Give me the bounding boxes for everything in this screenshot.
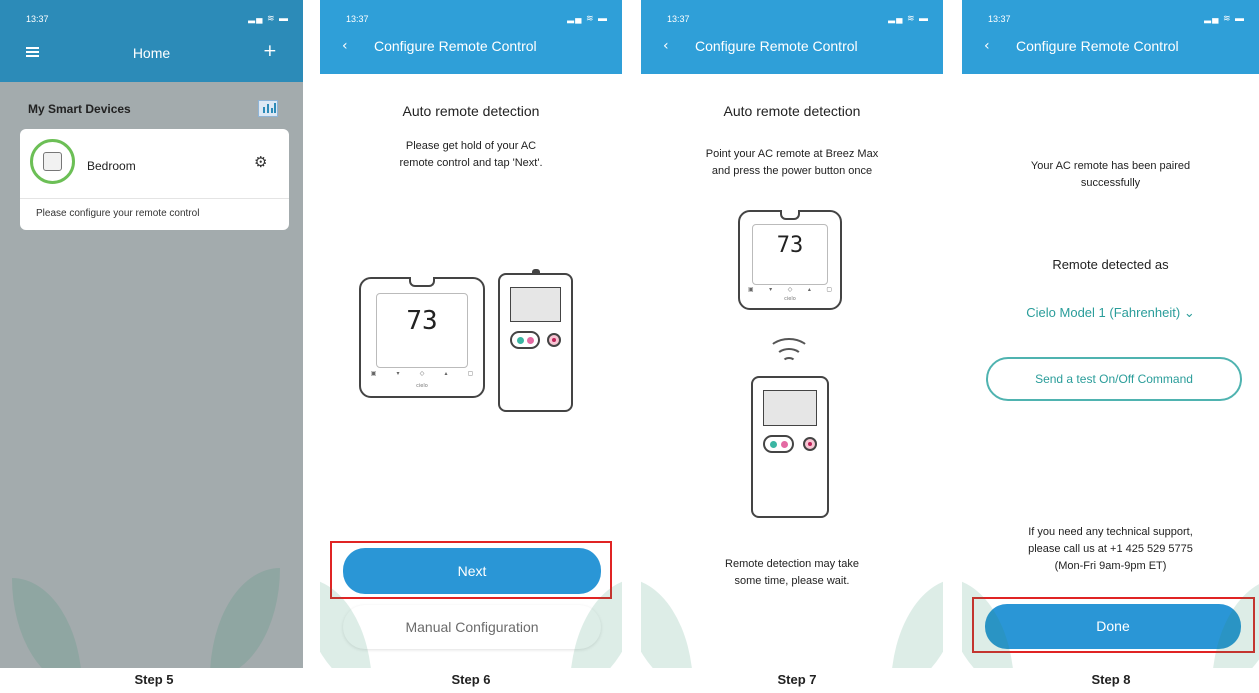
thermostat-illustration: 73 ▣ ▾ ◇ ▴ ▢ cielo <box>738 210 842 310</box>
step-label: Step 7 <box>777 672 817 687</box>
app-header: 13:37 ▂▄ ≋ ▬ Home + <box>0 0 303 82</box>
phone-screen-step7: 13:37 ▂▄ ≋ ▬ ‹ Configure Remote Control … <box>641 0 943 668</box>
send-test-command-button[interactable]: Send a test On/Off Command <box>986 357 1242 401</box>
divider <box>20 198 289 199</box>
manual-configuration-button[interactable]: Manual Configuration <box>343 605 601 649</box>
device-card[interactable]: Bedroom ⚙ Please configure your remote c… <box>20 129 289 230</box>
paired-message: Your AC remote has been paired <box>1030 160 1191 172</box>
step-label: Step 5 <box>134 672 174 687</box>
wait-message: some time, please wait. <box>734 575 850 587</box>
chevron-down-icon: ⌄ <box>1183 305 1195 320</box>
thermostat-reading: 73 <box>776 232 804 258</box>
leaf-decoration <box>210 568 280 668</box>
back-arrow-icon[interactable]: ‹ <box>663 38 669 54</box>
status-time: 13:37 <box>667 14 690 24</box>
model-select[interactable]: Cielo Model 1 (Fahrenheit) ⌄ <box>962 305 1259 321</box>
paired-message: successfully <box>1080 177 1141 189</box>
page-title: Home <box>132 45 171 61</box>
status-time: 13:37 <box>988 14 1011 24</box>
phone-screen-step8: 13:37 ▂▄ ≋ ▬ ‹ Configure Remote Control … <box>962 0 1259 668</box>
step-label: Step 6 <box>451 672 491 687</box>
device-name: Bedroom <box>87 159 136 173</box>
leaf-decoration <box>891 578 943 668</box>
device-avatar <box>30 139 75 184</box>
status-time: 13:37 <box>346 14 369 24</box>
detected-label: Remote detected as <box>1052 257 1169 272</box>
phone-screen-home: 13:37 ▂▄ ≋ ▬ Home + My Smart Devices Bed… <box>0 0 303 668</box>
status-icons: ▂▄ ≋ ▬ <box>567 13 608 23</box>
instruction-line: and press the power button once <box>711 165 873 177</box>
ac-unit-icon <box>43 152 62 171</box>
instruction-line: Point your AC remote at Breez Max <box>705 148 879 160</box>
app-header: 13:37 ▂▄ ≋ ▬ ‹ Configure Remote Control <box>320 0 622 74</box>
chart-icon[interactable] <box>258 100 278 117</box>
page-title: Configure Remote Control <box>1016 38 1179 54</box>
app-header: 13:37 ▂▄ ≋ ▬ ‹ Configure Remote Control <box>962 0 1259 74</box>
leaf-decoration <box>641 578 693 668</box>
page-title: Configure Remote Control <box>374 38 537 54</box>
instruction-line: remote control and tap 'Next'. <box>399 157 543 169</box>
section-heading: Auto remote detection <box>402 103 540 119</box>
support-text: (Mon-Fri 9am-9pm ET) <box>1054 560 1167 572</box>
gear-icon[interactable]: ⚙ <box>254 153 267 171</box>
app-header: 13:37 ▂▄ ≋ ▬ ‹ Configure Remote Control <box>641 0 943 74</box>
back-arrow-icon[interactable]: ‹ <box>342 38 348 54</box>
section-title: My Smart Devices <box>28 102 131 116</box>
status-icons: ▂▄ ≋ ▬ <box>248 13 289 23</box>
section-heading: Auto remote detection <box>723 103 861 119</box>
page-title: Configure Remote Control <box>695 38 858 54</box>
status-time: 13:37 <box>26 14 49 24</box>
model-value: Cielo Model 1 (Fahrenheit) <box>1026 305 1181 320</box>
add-icon[interactable]: + <box>263 41 277 61</box>
highlight-box <box>972 597 1255 653</box>
leaf-decoration <box>12 578 82 668</box>
configure-note[interactable]: Please configure your remote control <box>36 208 199 219</box>
highlight-box <box>330 541 612 599</box>
thermostat-reading: 73 <box>406 306 438 337</box>
thermostat-illustration: 73 ▣ ▾ ◇ ▴ ▢ cielo <box>359 277 485 398</box>
instruction-line: Please get hold of your AC <box>405 140 537 152</box>
remote-illustration <box>498 269 573 412</box>
support-text: If you need any technical support, <box>1028 526 1193 538</box>
status-icons: ▂▄ ≋ ▬ <box>888 13 929 23</box>
wait-message: Remote detection may take <box>725 558 859 570</box>
back-arrow-icon[interactable]: ‹ <box>984 38 990 54</box>
signal-wave-icon <box>782 357 796 368</box>
phone-screen-step6: 13:37 ▂▄ ≋ ▬ ‹ Configure Remote Control … <box>320 0 622 668</box>
status-icons: ▂▄ ≋ ▬ <box>1204 13 1245 23</box>
step-label: Step 8 <box>1091 672 1131 687</box>
support-text: please call us at +1 425 529 5775 <box>1028 543 1193 555</box>
remote-illustration <box>751 376 829 518</box>
